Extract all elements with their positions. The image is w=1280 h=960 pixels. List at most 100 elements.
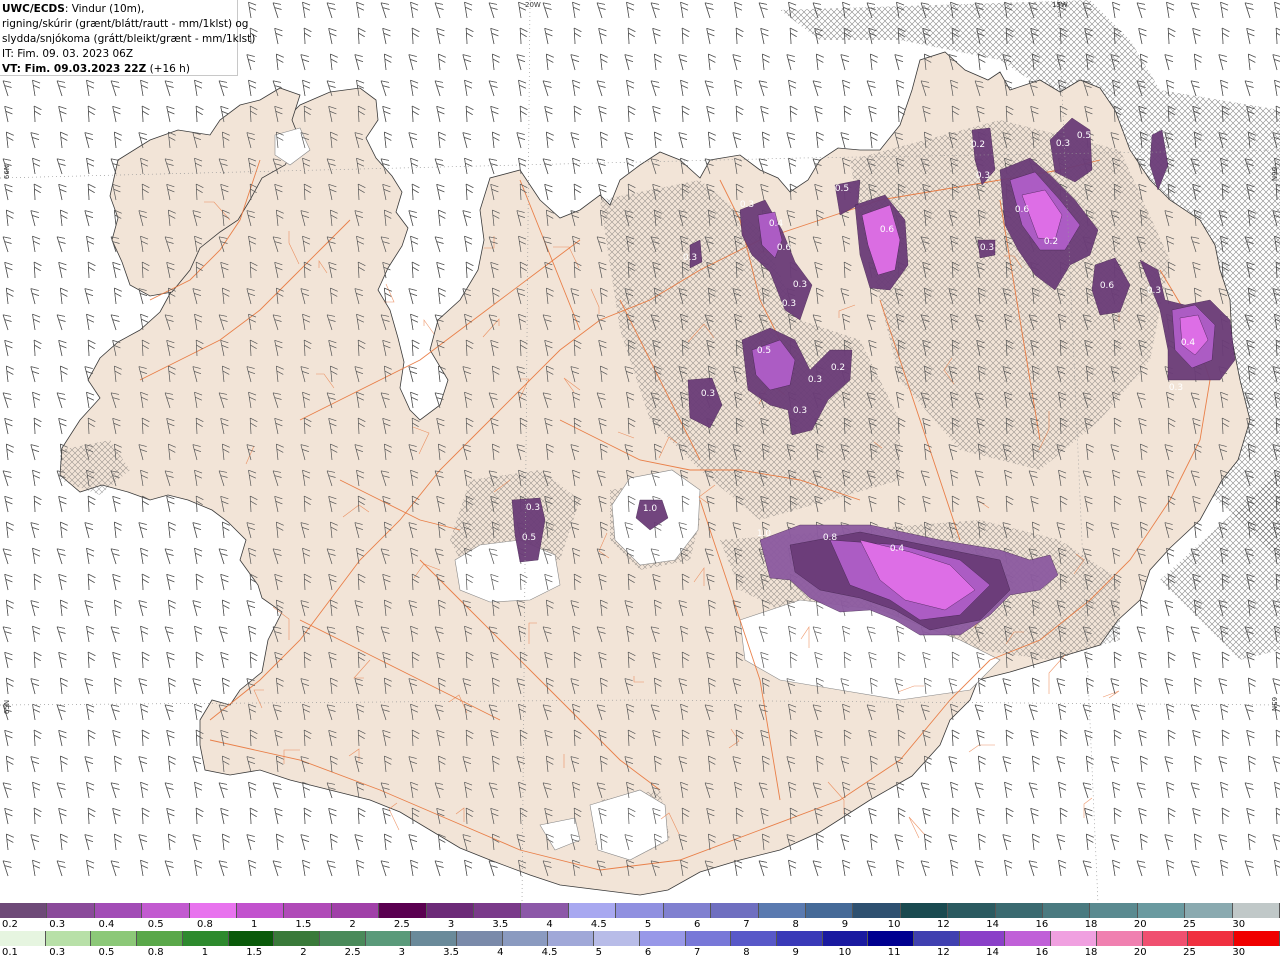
legend-tick-label: 7 — [743, 919, 750, 930]
precip-label: 0.3 — [683, 253, 697, 263]
legend-swatch — [0, 903, 48, 918]
legend-swatch — [594, 931, 640, 946]
legend-tick-label: 10 — [838, 947, 852, 958]
legend-swatch — [1142, 931, 1189, 946]
rain-legend: 0.1 0.3 0.5 0.8 1 1.5 2 2.5 3 3.5 4 4.5 5 6 7 8 9 10 11 12 1… — [0, 931, 1280, 960]
legend-swatch — [948, 903, 996, 918]
legend-swatch — [319, 931, 366, 946]
legend-tick-label: 20 — [1133, 947, 1147, 958]
rain-description: rigning/skúrir (grænt/blátt/rautt - mm/1… — [2, 18, 249, 30]
lon-label-15w: 15W — [1052, 1, 1068, 9]
legend-swatch — [284, 903, 332, 918]
legend-tick-label: 10 — [887, 919, 901, 930]
legend-swatch — [91, 931, 138, 946]
legend-swatch — [776, 931, 823, 946]
legend-swatch — [914, 931, 960, 946]
legend-tick-label: 25 — [1183, 919, 1196, 930]
legend-tick-label: 8 — [792, 919, 799, 930]
legend-swatch — [758, 903, 806, 918]
legend-tick-label: 14 — [986, 919, 999, 930]
legend-tick-label: 3 — [398, 947, 406, 958]
precip-label: 0.6 — [1015, 205, 1030, 215]
legend-swatch — [822, 931, 869, 946]
legend-tick-label: 30 — [1232, 919, 1246, 930]
legend-swatch — [853, 903, 901, 918]
precip-label: 0.3 — [980, 243, 994, 253]
legend-swatch — [1090, 903, 1138, 918]
precip-label: 0.3 — [526, 503, 540, 513]
lon-label-20w: 20W — [525, 1, 541, 9]
legend-tick-label: 18 — [1084, 947, 1098, 958]
precip-label: 1.0 — [757, 529, 772, 539]
legend-swatch — [1042, 903, 1091, 918]
legend-swatch — [0, 931, 46, 946]
legend-swatch — [189, 903, 238, 918]
legend-tick-label: 1 — [250, 919, 258, 930]
legend-swatch — [900, 903, 949, 918]
legend-swatch — [548, 931, 595, 946]
map-info-box: UWC/ECDS: Vindur (10m), rigning/skúrir (… — [0, 0, 256, 77]
legend-swatch — [1005, 931, 1052, 946]
precip-label: 0.3 — [1056, 139, 1070, 149]
legend-swatch — [474, 903, 522, 918]
legend-tick-label: 1.5 — [246, 947, 263, 958]
legend-swatch — [1137, 903, 1186, 918]
precip-label: 0.2 — [1044, 237, 1058, 247]
legend-swatch — [47, 903, 95, 918]
precip-label: 0.3 — [740, 200, 754, 210]
legend-tick-label: 0.8 — [196, 919, 213, 930]
precip-label: 0.3 — [793, 280, 807, 290]
precip-label: 0.2 — [971, 140, 985, 150]
title-rest: : Vindur (10m), — [64, 3, 145, 15]
precip-label: 0.3 — [782, 299, 796, 309]
model-name: UWC/ECDS — [2, 3, 65, 15]
legend-tick-label: 18 — [1084, 919, 1098, 930]
legend-swatch — [411, 931, 458, 946]
legend-tick-label: 2.5 — [393, 919, 410, 930]
legend-tick-label: 6 — [694, 919, 701, 930]
legend-swatch — [457, 931, 503, 946]
snow-description: slydda/snjókoma (grátt/bleikt/grænt - mm… — [2, 33, 256, 45]
legend-tick-label: 9 — [841, 919, 849, 930]
precip-label: 0.3 — [976, 171, 990, 181]
legend-tick-label: 8 — [743, 947, 750, 958]
lead-time: (+16 h) — [146, 63, 190, 75]
legend-swatch — [45, 931, 92, 946]
valid-time: VT: Fim. 09.03.2023 22Z — [2, 63, 147, 75]
precip-label: 0.3 — [808, 375, 822, 385]
forecast-map[interactable]: 0.3 0.4 0.6 0.3 0.3 0.3 0.5 0.3 0.3 0.2 0.3 0.6 0.5 0… — [0, 0, 1280, 903]
legend-swatch — [94, 903, 143, 918]
legend-tick-label: 0.8 — [147, 947, 164, 958]
legend-tick-label: 3 — [447, 919, 455, 930]
precip-label: 0.3 — [793, 406, 807, 416]
legend-swatch — [1233, 931, 1280, 946]
legend-swatch — [1232, 903, 1280, 918]
legend-tick-label: 16 — [1035, 947, 1049, 958]
legend-tick-label: 2 — [300, 947, 307, 958]
precip-label: 0.5 — [522, 533, 536, 543]
precip-label: 0.3 — [1169, 383, 1183, 393]
legend-tick-label: 1.5 — [295, 919, 312, 930]
valid-time-line: VT: Fim. 09.03.2023 22Z (+16 h) — [2, 62, 237, 77]
legend-tick-label: 0.2 — [2, 919, 18, 930]
lat-label-66n-right: 66N — [1270, 166, 1279, 182]
legend-tick-label: 25 — [1183, 947, 1196, 958]
legend-tick-label: 4 — [546, 919, 553, 930]
legend-swatch — [568, 903, 617, 918]
legend-swatch — [663, 903, 712, 918]
legend-tick-label: 11 — [887, 947, 901, 958]
legend-tick-label: 12 — [937, 919, 950, 930]
precip-label: 1.0 — [643, 504, 658, 514]
precip-label: 0.5 — [835, 184, 849, 194]
legend-swatch — [182, 931, 229, 946]
snow-legend: 0.2 0.3 0.4 0.5 0.8 1 1.5 2 2.5 3 3.5 4 4.5 5 6 7 8 9 10 12… — [0, 903, 1280, 931]
legend-tick-label: 0.3 — [49, 919, 66, 930]
precip-label: 0.5 — [1077, 131, 1091, 141]
legend-tick-label: 4.5 — [541, 947, 558, 958]
legend-swatch — [365, 931, 412, 946]
precip-label: 0.4 — [769, 219, 784, 229]
precip-label: 0.2 — [831, 363, 845, 373]
legend-swatch — [502, 931, 549, 946]
legend-tick-label: 7 — [694, 947, 701, 958]
title-line: UWC/ECDS: Vindur (10m), — [2, 2, 237, 17]
